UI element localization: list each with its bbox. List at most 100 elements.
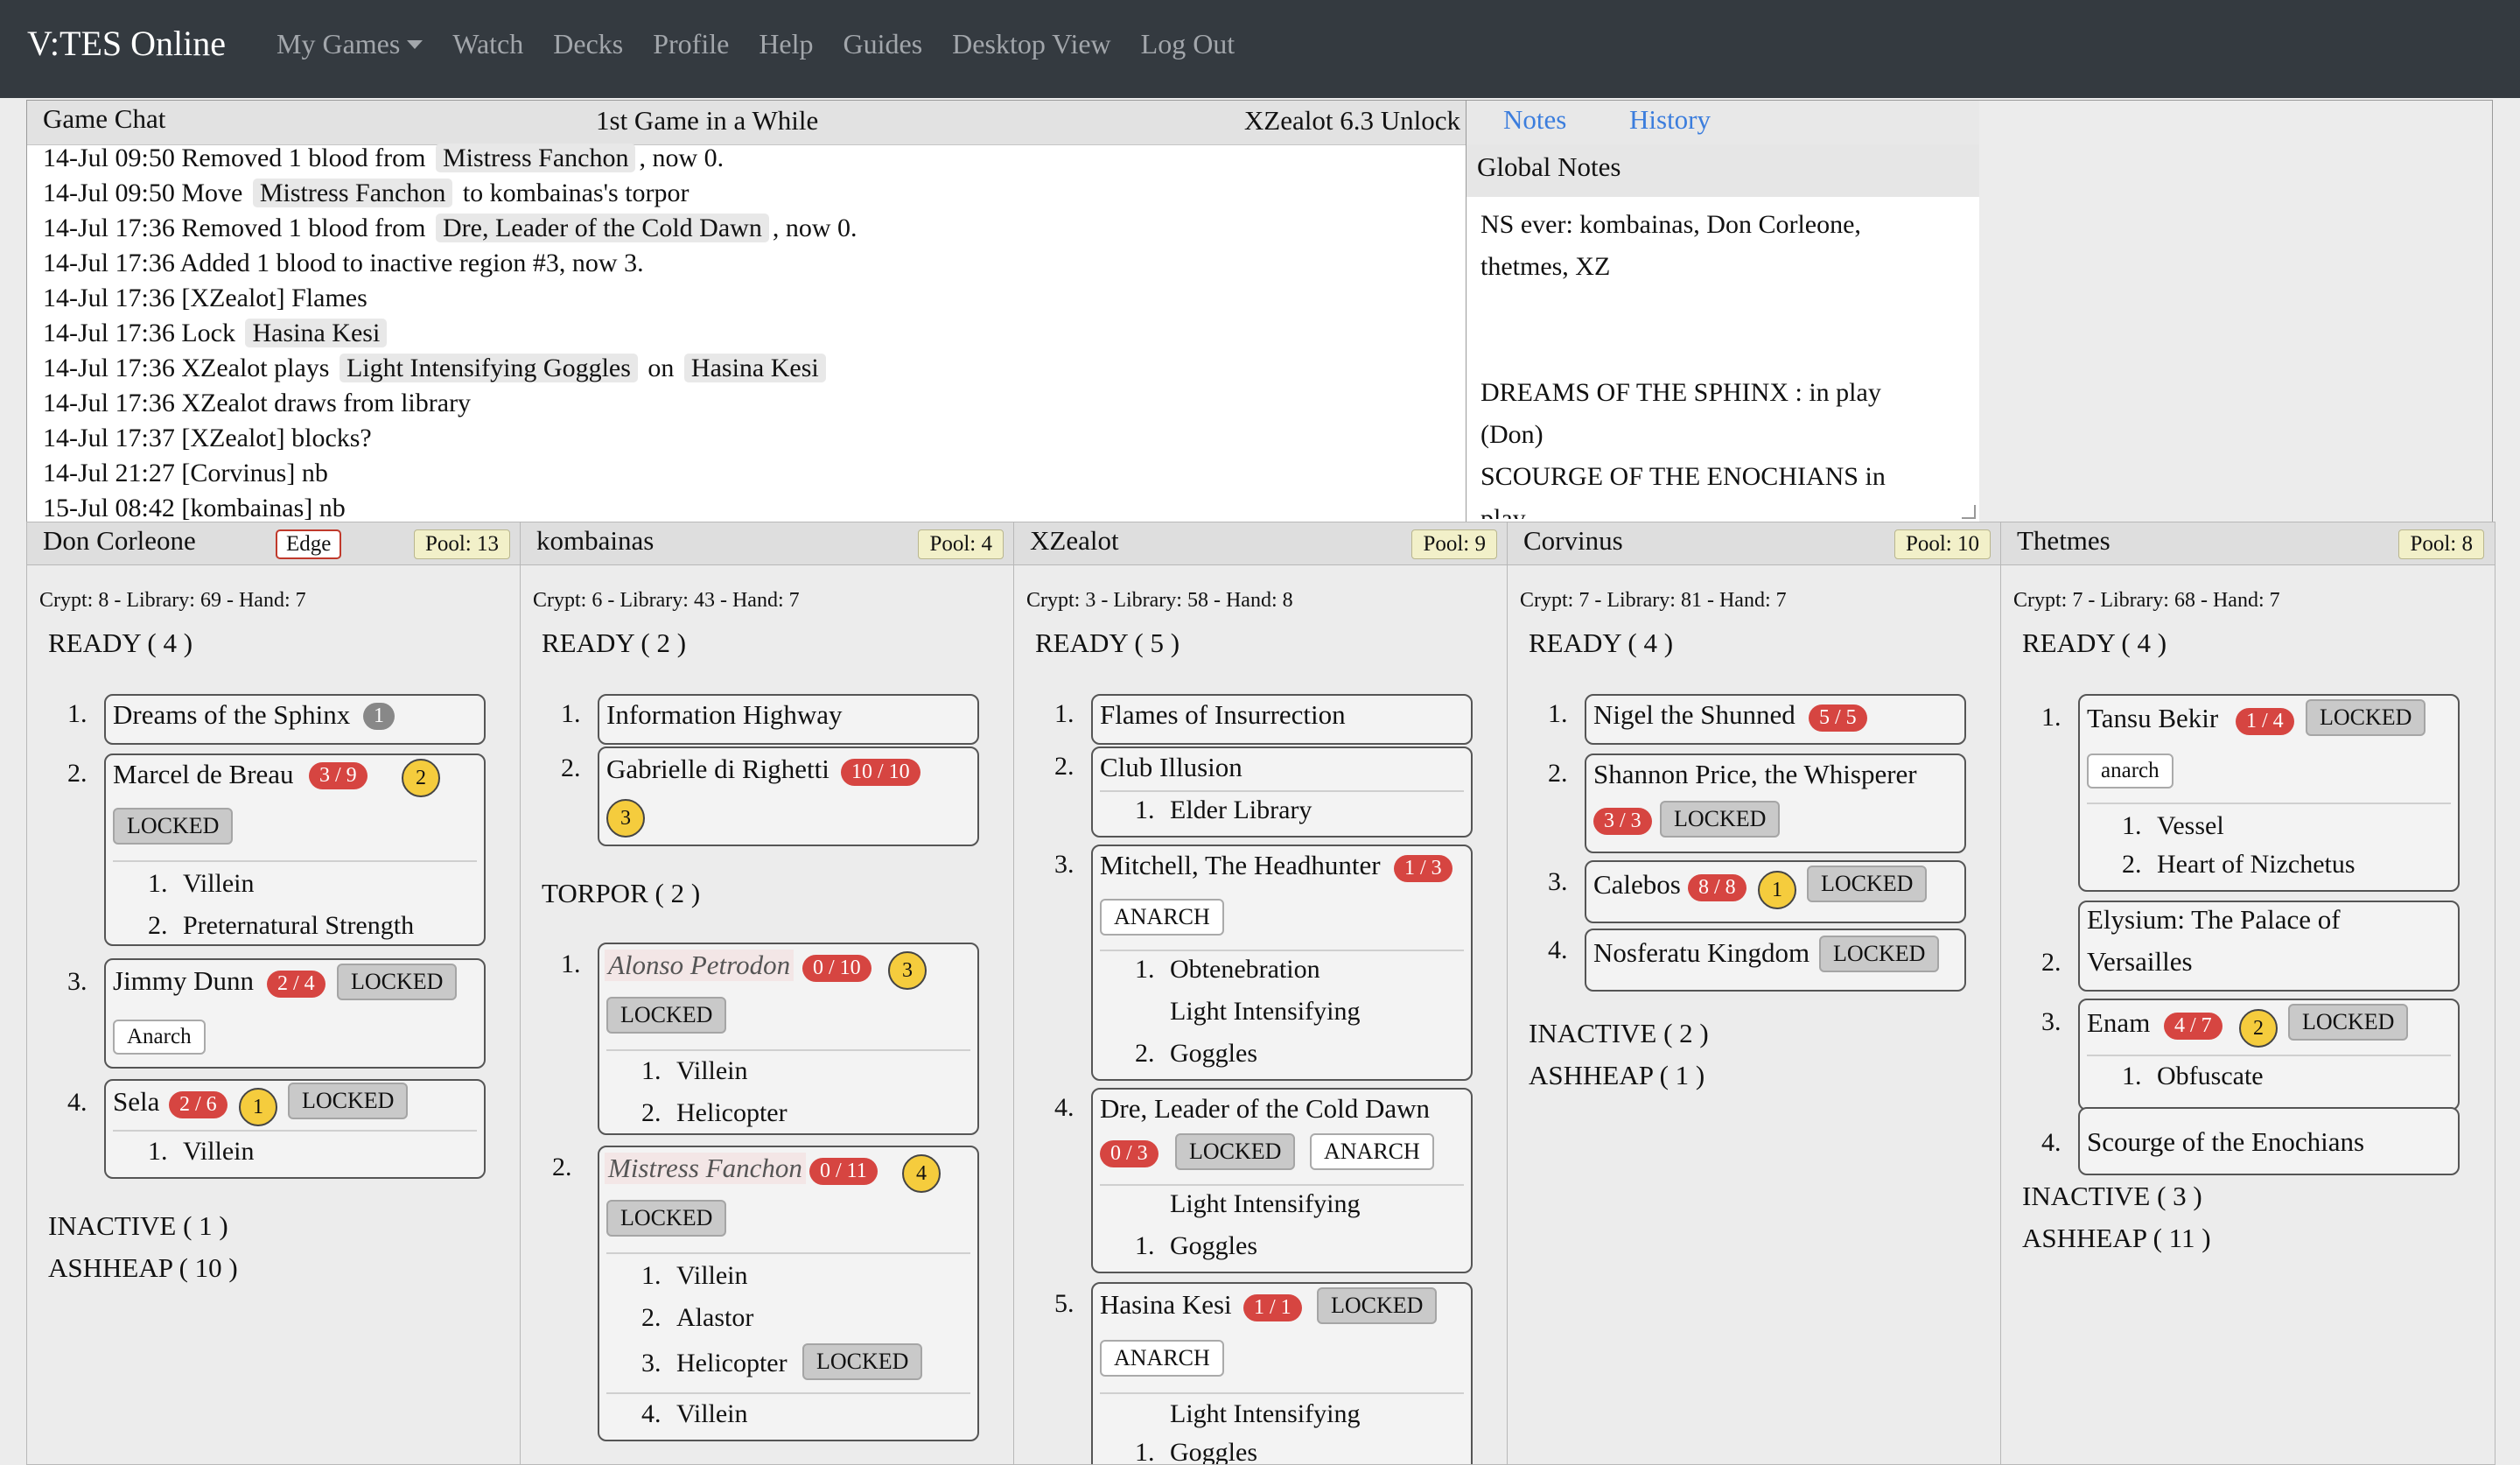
capacity-badge[interactable]: 2 (402, 759, 440, 797)
locked-button[interactable]: LOCKED (2306, 699, 2426, 736)
region-torpor[interactable]: TORPOR ( 2 ) (542, 878, 700, 909)
card-calebos[interactable]: Calebos 8 / 8 1 LOCKED (1585, 860, 1966, 923)
locked-button[interactable]: LOCKED (1317, 1287, 1438, 1324)
card-tansu-bekir[interactable]: Tansu Bekir 1 / 4 LOCKED anarch 1. Vesse… (2078, 694, 2460, 892)
card-mitchell-the-headhunter[interactable]: Mitchell, The Headhunter 1 / 3 ANARCH 1.… (1091, 845, 1473, 1081)
nav-log-out[interactable]: Log Out (1141, 28, 1236, 60)
region-inactive[interactable]: INACTIVE ( 3 ) (2022, 1181, 2202, 1212)
global-notes-textarea[interactable]: NS ever: kombainas, Don Corleone, thetme… (1480, 204, 1967, 519)
blood-badge[interactable]: 3 / 9 (309, 762, 368, 789)
card-alonso-petrodon[interactable]: Alonso Petrodon 0 / 10 3 LOCKED 1. Ville… (598, 943, 979, 1135)
attached-card[interactable]: Vessel (2157, 811, 2224, 841)
attached-card[interactable]: Obfuscate (2157, 1062, 2264, 1091)
blood-badge[interactable]: 0 / 11 (809, 1158, 878, 1185)
locked-button[interactable]: LOCKED (1175, 1133, 1296, 1170)
anarch-tag[interactable]: Anarch (113, 1020, 206, 1055)
card-sela[interactable]: Sela 2 / 6 1 LOCKED 1. Villein (104, 1079, 486, 1179)
attached-card[interactable]: Villein (183, 869, 255, 899)
tab-notes[interactable]: Notes (1503, 104, 1566, 136)
tab-history[interactable]: History (1629, 104, 1711, 136)
brand-logo[interactable]: V:TES Online (27, 23, 226, 64)
locked-button[interactable]: LOCKED (1660, 801, 1781, 838)
capacity-badge[interactable]: 2 (2239, 1009, 2278, 1048)
region-inactive[interactable]: INACTIVE ( 2 ) (1529, 1018, 1709, 1049)
attached-card[interactable]: Villein (676, 1399, 748, 1429)
edge-badge[interactable]: Edge (276, 529, 342, 559)
nav-help[interactable]: Help (759, 28, 813, 60)
capacity-badge[interactable]: 4 (902, 1154, 941, 1193)
attached-card[interactable]: Light Intensifying (1170, 997, 1360, 1027)
attached-card[interactable]: Light Intensifying (1170, 1399, 1360, 1429)
card-scourge-of-the-enochians[interactable]: Scourge of the Enochians (2078, 1107, 2460, 1175)
region-ready[interactable]: READY ( 4 ) (2022, 627, 2166, 659)
region-ready[interactable]: READY ( 5 ) (1035, 627, 1180, 659)
card-club-illusion[interactable]: Club Illusion 1. Elder Library (1091, 747, 1473, 838)
region-ashheap[interactable]: ASHHEAP ( 1 ) (1529, 1060, 1704, 1091)
attached-card[interactable]: Goggles (1170, 1039, 1257, 1069)
card-dreams-of-the-sphinx[interactable]: Dreams of the Sphinx 1 (104, 694, 486, 745)
nav-guides[interactable]: Guides (844, 28, 923, 60)
card-gabrielle-di-righetti[interactable]: Gabrielle di Righetti 10 / 10 3 (598, 747, 979, 846)
region-ready[interactable]: READY ( 4 ) (1529, 627, 1673, 659)
anarch-tag[interactable]: ANARCH (1100, 1340, 1224, 1377)
attached-card[interactable]: Elder Library (1170, 796, 1312, 825)
card-nosferatu-kingdom[interactable]: Nosferatu Kingdom LOCKED (1585, 929, 1966, 992)
attached-card[interactable]: Alastor (676, 1303, 753, 1333)
anarch-tag[interactable]: ANARCH (1100, 899, 1224, 936)
card-jimmy-dunn[interactable]: Jimmy Dunn 2 / 4 LOCKED Anarch (104, 958, 486, 1069)
pool-badge[interactable]: Pool: 10 (1894, 529, 1991, 559)
nav-watch[interactable]: Watch (452, 28, 523, 60)
attached-card[interactable]: Villein (676, 1261, 748, 1291)
blood-badge[interactable]: 5 / 5 (1809, 704, 1867, 732)
blood-badge[interactable]: 3 / 3 (1593, 808, 1652, 835)
card-marcel-de-breau[interactable]: Marcel de Breau 3 / 9 2 LOCKED 1. Villei… (104, 754, 486, 946)
locked-button[interactable]: LOCKED (113, 808, 234, 845)
pool-badge[interactable]: Pool: 4 (918, 529, 1004, 559)
nav-profile[interactable]: Profile (653, 28, 729, 60)
attached-card[interactable]: Obtenebration (1170, 955, 1320, 985)
card-hasina-kesi[interactable]: Hasina Kesi 1 / 1 LOCKED ANARCH Light In… (1091, 1282, 1473, 1464)
attached-card[interactable]: Light Intensifying (1170, 1189, 1360, 1219)
card-shannon-price[interactable]: Shannon Price, the Whisperer 3 / 3 LOCKE… (1585, 754, 1966, 853)
region-inactive[interactable]: INACTIVE ( 1 ) (48, 1210, 228, 1242)
nav-desktop-view[interactable]: Desktop View (952, 28, 1110, 60)
capacity-badge[interactable]: 1 (1758, 871, 1796, 909)
locked-button[interactable]: LOCKED (288, 1083, 409, 1119)
card-link[interactable]: Light Intensifying Goggles (339, 354, 638, 382)
blood-badge[interactable]: 10 / 10 (841, 759, 920, 786)
blood-badge[interactable]: 0 / 10 (802, 955, 872, 982)
card-enam[interactable]: Enam 4 / 7 2 LOCKED 1. Obfuscate (2078, 999, 2460, 1111)
pool-badge[interactable]: Pool: 13 (413, 529, 510, 559)
attached-card[interactable]: Helicopter (676, 1098, 788, 1128)
blood-badge[interactable]: 2 / 4 (267, 971, 326, 998)
card-dre-leader-of-the-cold-dawn[interactable]: Dre, Leader of the Cold Dawn 0 / 3 LOCKE… (1091, 1088, 1473, 1273)
anarch-tag[interactable]: anarch (2087, 754, 2174, 789)
card-link[interactable]: Hasina Kesi (245, 319, 388, 347)
anarch-tag[interactable]: ANARCH (1310, 1133, 1434, 1170)
blood-badge[interactable]: 1 / 3 (1394, 855, 1452, 882)
locked-button[interactable]: LOCKED (606, 997, 727, 1034)
card-nigel-the-shunned[interactable]: Nigel the Shunned 5 / 5 (1585, 694, 1966, 745)
pool-badge[interactable]: Pool: 8 (2398, 529, 2484, 559)
attached-card[interactable]: Helicopter (676, 1349, 788, 1378)
attached-card[interactable]: Villein (676, 1056, 748, 1086)
region-ready[interactable]: READY ( 2 ) (542, 627, 686, 659)
region-ashheap[interactable]: ASHHEAP ( 10 ) (48, 1252, 238, 1284)
chat-log[interactable]: 14-Jul 09:50 Removed 1 blood from Mistre… (43, 141, 1460, 522)
blood-badge[interactable]: 1 / 4 (2236, 708, 2294, 735)
card-link[interactable]: Dre, Leader of the Cold Dawn (435, 214, 769, 242)
card-elysium-the-palace-of-versailles[interactable]: Elysium: The Palace of Versailles (2078, 901, 2460, 992)
card-link[interactable]: Mistress Fanchon (252, 179, 453, 207)
nav-decks[interactable]: Decks (553, 28, 623, 60)
region-ashheap[interactable]: ASHHEAP ( 11 ) (2022, 1223, 2211, 1254)
blood-badge[interactable]: 1 / 1 (1243, 1294, 1302, 1321)
card-link[interactable]: Mistress Fanchon (435, 144, 636, 172)
blood-badge[interactable]: 2 / 6 (169, 1091, 228, 1118)
locked-button[interactable]: LOCKED (2288, 1004, 2409, 1041)
attached-card[interactable]: Goggles (1170, 1231, 1257, 1261)
counter-badge[interactable]: 1 (363, 703, 395, 730)
card-flames-of-insurrection[interactable]: Flames of Insurrection (1091, 694, 1473, 745)
capacity-badge[interactable]: 3 (888, 951, 927, 990)
region-ready[interactable]: READY ( 4 ) (48, 627, 192, 659)
blood-badge[interactable]: 4 / 7 (2164, 1013, 2222, 1040)
